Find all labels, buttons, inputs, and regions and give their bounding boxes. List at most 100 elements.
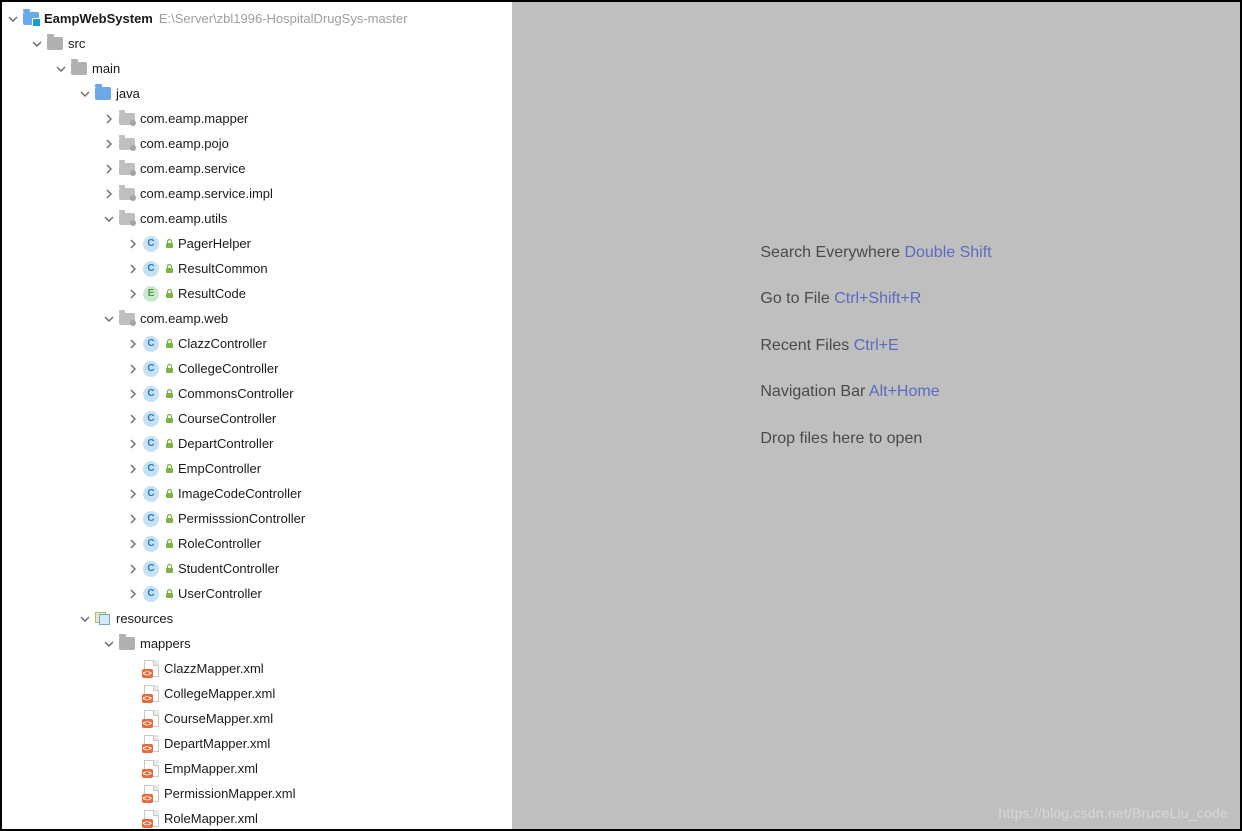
tree-row[interactable]: RoleMapper.xml bbox=[2, 806, 512, 829]
project-tree-scrollarea[interactable]: EampWebSystemE:\Server\zbl1996-HospitalD… bbox=[2, 6, 512, 829]
chevron-right-icon[interactable] bbox=[126, 537, 140, 551]
readonly-lock-icon bbox=[164, 439, 174, 449]
tree-item-label: resources bbox=[116, 611, 173, 626]
tip-text: Search Everywhere bbox=[760, 244, 900, 261]
tree-row[interactable]: CEmpController bbox=[2, 456, 512, 481]
project-tree-panel[interactable]: EampWebSystemE:\Server\zbl1996-HospitalD… bbox=[2, 2, 512, 829]
tree-item-label: com.eamp.service bbox=[140, 161, 245, 176]
tree-row[interactable]: CDepartController bbox=[2, 431, 512, 456]
source-folder-icon bbox=[94, 85, 112, 103]
tip-text: Navigation Bar bbox=[760, 383, 865, 400]
chevron-down-icon[interactable] bbox=[102, 637, 116, 651]
tree-row[interactable]: mappers bbox=[2, 631, 512, 656]
package-icon bbox=[118, 185, 136, 203]
tree-item-label: PermisssionController bbox=[178, 511, 305, 526]
tree-row[interactable]: CResultCommon bbox=[2, 256, 512, 281]
chevron-right-icon[interactable] bbox=[102, 187, 116, 201]
tree-row[interactable]: CCollegeController bbox=[2, 356, 512, 381]
chevron-down-icon[interactable] bbox=[102, 312, 116, 326]
tree-row[interactable]: EResultCode bbox=[2, 281, 512, 306]
tree-row[interactable]: CUserController bbox=[2, 581, 512, 606]
tree-item-label: com.eamp.pojo bbox=[140, 136, 229, 151]
xml-file-icon bbox=[142, 735, 160, 753]
chevron-down-icon[interactable] bbox=[30, 37, 44, 51]
tree-item-label: UserController bbox=[178, 586, 262, 601]
package-icon bbox=[118, 110, 136, 128]
module-icon bbox=[22, 10, 40, 28]
tree-item-label: RoleMapper.xml bbox=[164, 811, 258, 826]
tree-row[interactable]: EampWebSystemE:\Server\zbl1996-HospitalD… bbox=[2, 6, 512, 31]
tree-row[interactable]: CollegeMapper.xml bbox=[2, 681, 512, 706]
java-class-icon: C bbox=[142, 235, 160, 253]
readonly-lock-icon bbox=[164, 264, 174, 274]
chevron-down-icon[interactable] bbox=[6, 12, 20, 26]
java-class-icon: C bbox=[142, 385, 160, 403]
chevron-right-icon[interactable] bbox=[126, 587, 140, 601]
tree-row[interactable]: CClazzController bbox=[2, 331, 512, 356]
chevron-right-icon[interactable] bbox=[102, 112, 116, 126]
java-class-icon: C bbox=[142, 485, 160, 503]
chevron-right-icon[interactable] bbox=[126, 337, 140, 351]
tree-row[interactable]: src bbox=[2, 31, 512, 56]
chevron-right-icon[interactable] bbox=[126, 362, 140, 376]
tree-row[interactable]: java bbox=[2, 81, 512, 106]
chevron-right-icon[interactable] bbox=[126, 562, 140, 576]
chevron-right-icon[interactable] bbox=[126, 287, 140, 301]
tree-row[interactable]: CRoleController bbox=[2, 531, 512, 556]
tree-row[interactable]: com.eamp.pojo bbox=[2, 131, 512, 156]
tree-item-label: CollegeController bbox=[178, 361, 278, 376]
readonly-lock-icon bbox=[164, 539, 174, 549]
watermark-text: https://blog.csdn.net/BruceLiu_code bbox=[998, 805, 1228, 821]
chevron-right-icon[interactable] bbox=[126, 387, 140, 401]
package-icon bbox=[118, 160, 136, 178]
chevron-down-icon[interactable] bbox=[78, 612, 92, 626]
tree-row[interactable]: EmpMapper.xml bbox=[2, 756, 512, 781]
tree-row[interactable]: PermissionMapper.xml bbox=[2, 781, 512, 806]
chevron-right-icon[interactable] bbox=[102, 137, 116, 151]
readonly-lock-icon bbox=[164, 364, 174, 374]
tree-row[interactable]: CourseMapper.xml bbox=[2, 706, 512, 731]
tree-item-label: DepartMapper.xml bbox=[164, 736, 270, 751]
chevron-right-icon[interactable] bbox=[126, 487, 140, 501]
folder-icon bbox=[46, 35, 64, 53]
tree-row[interactable]: resources bbox=[2, 606, 512, 631]
chevron-right-icon[interactable] bbox=[126, 262, 140, 276]
tree-row[interactable]: CPagerHelper bbox=[2, 231, 512, 256]
tree-item-label: com.eamp.utils bbox=[140, 211, 227, 226]
chevron-down-icon[interactable] bbox=[54, 62, 68, 76]
tree-row[interactable]: DepartMapper.xml bbox=[2, 731, 512, 756]
tree-row[interactable]: com.eamp.service.impl bbox=[2, 181, 512, 206]
chevron-right-icon[interactable] bbox=[102, 162, 116, 176]
tree-row[interactable]: com.eamp.utils bbox=[2, 206, 512, 231]
tree-row[interactable]: com.eamp.service bbox=[2, 156, 512, 181]
tree-row[interactable]: main bbox=[2, 56, 512, 81]
tree-row[interactable]: com.eamp.mapper bbox=[2, 106, 512, 131]
tree-row[interactable]: com.eamp.web bbox=[2, 306, 512, 331]
chevron-down-icon[interactable] bbox=[78, 87, 92, 101]
chevron-right-icon[interactable] bbox=[126, 237, 140, 251]
tree-row[interactable]: CStudentController bbox=[2, 556, 512, 581]
java-enum-icon: E bbox=[142, 285, 160, 303]
chevron-down-icon[interactable] bbox=[102, 212, 116, 226]
editor-tips: Search Everywhere Double ShiftGo to File… bbox=[760, 230, 991, 462]
readonly-lock-icon bbox=[164, 239, 174, 249]
chevron-right-icon[interactable] bbox=[126, 462, 140, 476]
tree-item-label: PermissionMapper.xml bbox=[164, 786, 296, 801]
tree-item-label: src bbox=[68, 36, 85, 51]
xml-file-icon bbox=[142, 710, 160, 728]
chevron-right-icon[interactable] bbox=[126, 512, 140, 526]
tree-item-label: mappers bbox=[140, 636, 191, 651]
tree-row[interactable]: ClazzMapper.xml bbox=[2, 656, 512, 681]
package-icon bbox=[118, 135, 136, 153]
tree-item-label: RoleController bbox=[178, 536, 261, 551]
chevron-right-icon[interactable] bbox=[126, 412, 140, 426]
chevron-right-icon[interactable] bbox=[126, 437, 140, 451]
tree-row[interactable]: CCommonsController bbox=[2, 381, 512, 406]
tree-row[interactable]: CPermisssionController bbox=[2, 506, 512, 531]
tip-text: Drop files here to open bbox=[760, 430, 922, 447]
tree-row[interactable]: CImageCodeController bbox=[2, 481, 512, 506]
tree-row[interactable]: CCourseController bbox=[2, 406, 512, 431]
editor-tip-row: Recent Files Ctrl+E bbox=[760, 323, 991, 369]
editor-empty-area[interactable]: Search Everywhere Double ShiftGo to File… bbox=[512, 2, 1240, 829]
tip-shortcut: Ctrl+Shift+R bbox=[834, 290, 921, 307]
